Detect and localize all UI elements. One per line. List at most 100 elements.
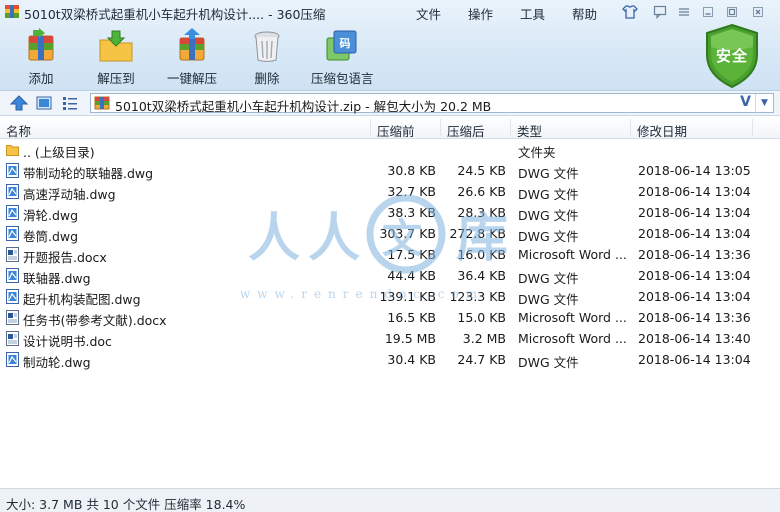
add-label: 添加: [28, 71, 54, 86]
extract-to-button[interactable]: 解压到: [93, 28, 139, 88]
status-summary: 大小: 3.7 MB 共 10 个文件 压缩率 18.4%: [6, 497, 246, 512]
thumbnail-view-icon[interactable]: [35, 95, 53, 111]
file-row[interactable]: 联轴器.dwg 44.4 KB 36.4 KB DWG 文件 2018-06-14 13…: [0, 265, 780, 286]
dwg-file-icon: [6, 163, 19, 178]
file-row[interactable]: 制动轮.dwg 30.4 KB 24.7 KB DWG 文件 2018-06-14 13…: [0, 349, 780, 370]
column-size-before[interactable]: 压缩前: [377, 121, 415, 140]
column-type[interactable]: 类型: [517, 121, 542, 140]
file-modified: 2018-06-14 13:04: [638, 268, 751, 283]
menu-tools[interactable]: 工具: [520, 4, 545, 23]
column-size-after[interactable]: 压缩后: [447, 121, 485, 140]
file-size-after: 15.0 KB: [457, 310, 506, 325]
column-name[interactable]: 名称: [6, 121, 31, 140]
close-button[interactable]: [749, 3, 767, 20]
menu-file[interactable]: 文件: [416, 4, 441, 23]
file-modified: 2018-06-14 13:05: [638, 163, 751, 178]
title-bar: 5010t双梁桥式起重机小车起升机构设计.... - 360压缩 文件 操作 工…: [0, 0, 780, 24]
column-divider[interactable]: [370, 119, 371, 136]
file-name: 卷筒.dwg: [23, 229, 79, 244]
menu-operate[interactable]: 操作: [468, 4, 493, 23]
delete-label: 删除: [254, 71, 280, 86]
file-row[interactable]: 卷筒.dwg 303.7 KB 272.8 KB DWG 文件 2018-06-14 1…: [0, 223, 780, 244]
column-divider[interactable]: [510, 119, 511, 136]
file-size-after: 24.7 KB: [457, 352, 506, 367]
column-divider[interactable]: [440, 119, 441, 136]
up-arrow-icon[interactable]: [10, 95, 28, 111]
file-size-before: 139.1 KB: [379, 289, 436, 304]
file-type: 文件夹: [518, 145, 556, 160]
file-row[interactable]: 高速浮动轴.dwg 32.7 KB 26.6 KB DWG 文件 2018-06-14 …: [0, 181, 780, 202]
dwg-file-icon: [6, 226, 19, 241]
file-size-after: 16.0 KB: [457, 247, 506, 262]
file-row[interactable]: 开题报告.docx 17.5 KB 16.0 KB Microsoft Word ..…: [0, 244, 780, 265]
menu-dropdown-icon[interactable]: [675, 3, 693, 20]
file-size-before: 303.7 KB: [379, 226, 436, 241]
file-size-after: 36.4 KB: [457, 268, 506, 283]
trash-icon: [254, 31, 280, 62]
add-button[interactable]: 添加: [18, 28, 64, 88]
file-type: DWG 文件: [518, 208, 579, 223]
file-size-after: 28.3 KB: [457, 205, 506, 220]
file-row[interactable]: 起升机构装配图.dwg 139.1 KB 123.3 KB DWG 文件 2018-06…: [0, 286, 780, 307]
file-row[interactable]: 滑轮.dwg 38.3 KB 28.3 KB DWG 文件 2018-06-14 13:…: [0, 202, 780, 223]
list-view-icon[interactable]: [61, 95, 79, 111]
dwg-file-icon: [6, 352, 19, 367]
menu-help[interactable]: 帮助: [572, 4, 597, 23]
column-header: 名称 压缩前 压缩后 类型 修改日期: [0, 117, 780, 139]
file-row[interactable]: .. (上级目录) 文件夹: [0, 139, 780, 160]
folder-icon: [6, 145, 19, 156]
file-modified: 2018-06-14 13:40: [638, 331, 751, 346]
word-doc-icon: [6, 310, 19, 325]
archive-language-label: 压缩包语言: [311, 71, 374, 86]
file-size-after: 123.3 KB: [449, 289, 506, 304]
address-field[interactable]: 5010t双梁桥式起重机小车起升机构设计.zip - 解包大小为 20.2 MB…: [90, 93, 774, 114]
file-modified: 2018-06-14 13:04: [638, 205, 751, 220]
dwg-file-icon: [6, 289, 19, 304]
file-row[interactable]: 设计说明书.doc 19.5 MB 3.2 MB Microsoft Word ...…: [0, 328, 780, 349]
file-row[interactable]: 带制动轮的联轴器.dwg 30.8 KB 24.5 KB DWG 文件 2018-06-…: [0, 160, 780, 181]
file-type: DWG 文件: [518, 355, 579, 370]
one-click-extract-button[interactable]: 一键解压: [164, 28, 220, 88]
delete-button[interactable]: 删除: [247, 28, 287, 88]
file-type: DWG 文件: [518, 229, 579, 244]
file-type: Microsoft Word ...: [518, 247, 627, 262]
column-modified[interactable]: 修改日期: [637, 121, 687, 140]
file-modified: 2018-06-14 13:04: [638, 352, 751, 367]
file-size-after: 272.8 KB: [449, 226, 506, 241]
address-bar: 5010t双梁桥式起重机小车起升机构设计.zip - 解包大小为 20.2 MB…: [0, 91, 780, 116]
encoding-icon: 码: [326, 30, 357, 61]
dwg-file-icon: [6, 205, 19, 220]
minimize-button[interactable]: [699, 3, 717, 20]
file-name: 制动轮.dwg: [23, 355, 91, 370]
column-divider[interactable]: [630, 119, 631, 136]
file-size-before: 19.5 MB: [384, 331, 436, 346]
file-row[interactable]: 任务书(带参考文献).docx 16.5 KB 15.0 KB Microsoft W…: [0, 307, 780, 328]
file-name: 高速浮动轴.dwg: [23, 187, 116, 202]
one-click-extract-label: 一键解压: [166, 71, 217, 86]
file-size-before: 30.4 KB: [387, 352, 436, 367]
status-bar: 大小: 3.7 MB 共 10 个文件 压缩率 18.4%: [0, 488, 780, 512]
file-size-after: 24.5 KB: [457, 163, 506, 178]
file-type: DWG 文件: [518, 187, 579, 202]
file-modified: 2018-06-14 13:04: [638, 226, 751, 241]
security-label: 安全: [715, 47, 748, 65]
file-name: 滑轮.dwg: [23, 208, 79, 223]
file-modified: 2018-06-14 13:36: [638, 310, 751, 325]
column-divider[interactable]: [752, 119, 753, 136]
maximize-button[interactable]: [723, 3, 741, 20]
file-type: DWG 文件: [518, 271, 579, 286]
file-type: Microsoft Word ...: [518, 310, 627, 325]
archive-language-button[interactable]: 码 压缩包语言: [311, 28, 374, 88]
svg-text:码: 码: [340, 37, 351, 50]
file-size-before: 44.4 KB: [387, 268, 436, 283]
extract-to-label: 解压到: [97, 71, 135, 86]
file-size-before: 17.5 KB: [387, 247, 436, 262]
skin-shirt-icon[interactable]: [621, 3, 639, 20]
file-size-before: 16.5 KB: [387, 310, 436, 325]
address-path: 5010t双梁桥式起重机小车起升机构设计.zip - 解包大小为 20.2 MB: [115, 99, 492, 114]
feedback-icon[interactable]: [651, 3, 669, 20]
chevron-down-icon[interactable]: ▼: [755, 94, 773, 112]
file-name: 起升机构装配图.dwg: [23, 292, 141, 307]
file-name: 任务书(带参考文献).docx: [23, 313, 167, 328]
address-v-glyph[interactable]: V: [740, 94, 751, 110]
